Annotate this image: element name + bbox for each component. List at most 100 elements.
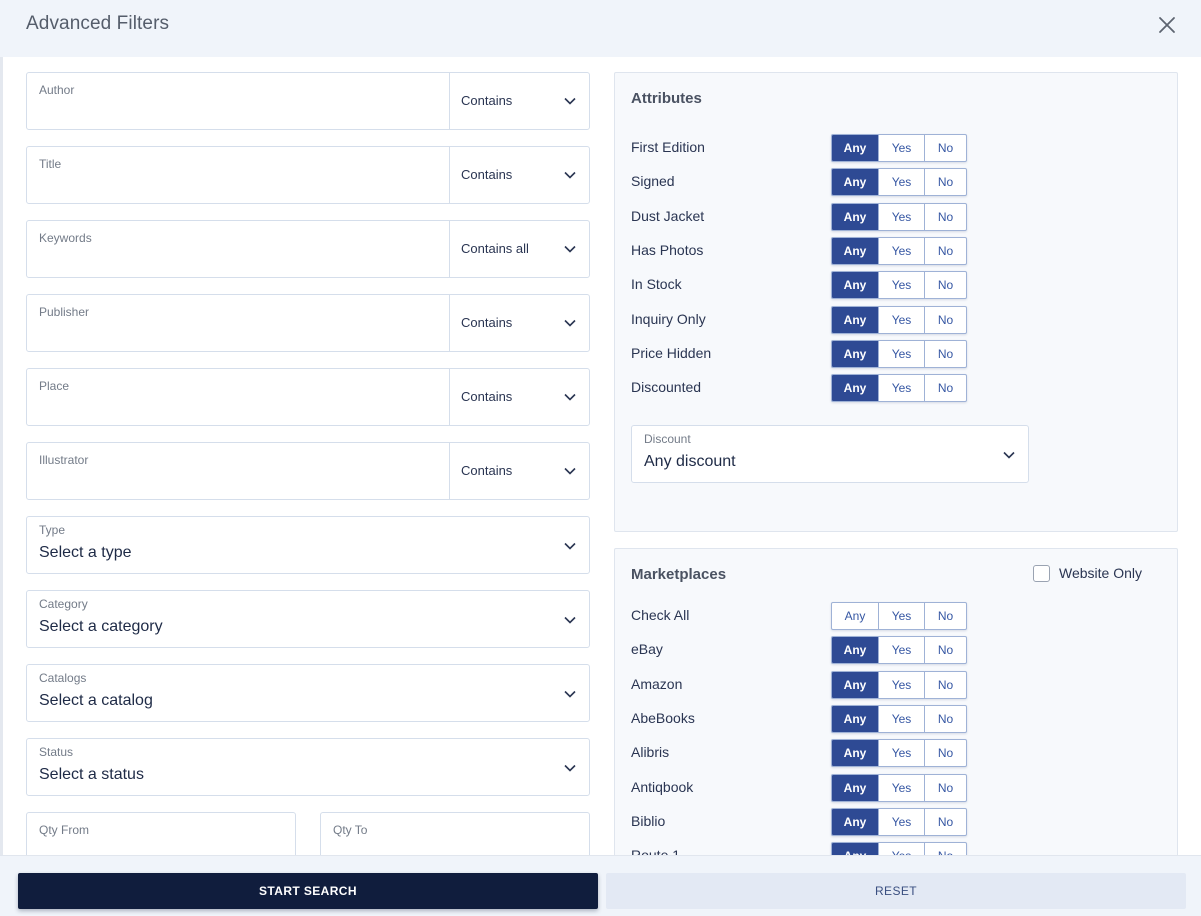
- option-label: First Edition: [631, 139, 705, 155]
- discount-select[interactable]: Discount Any discount: [631, 425, 1029, 483]
- chevron-down-icon: [564, 245, 576, 253]
- discount-value: Any discount: [644, 453, 736, 470]
- option-row-has-photos: Has Photos Any Yes No: [631, 236, 1151, 265]
- any-option-button[interactable]: Any: [832, 705, 879, 732]
- chevron-down-icon: [564, 764, 576, 772]
- no-option-button[interactable]: No: [925, 672, 966, 698]
- type-select[interactable]: Type Select a type: [26, 516, 590, 574]
- option-row-first-edition: First Edition Any Yes No: [631, 134, 1151, 162]
- yes-option-button[interactable]: Yes: [879, 637, 925, 664]
- option-row-abebooks: AbeBooks Any Yes No: [631, 704, 1151, 733]
- title-match-value: Contains: [461, 167, 513, 182]
- any-option-button[interactable]: Any: [832, 637, 879, 664]
- any-yes-no-toggle: AnyYesNo: [831, 339, 967, 368]
- any-option-button[interactable]: Any: [832, 808, 879, 835]
- website-only-checkbox[interactable]: [1033, 565, 1050, 582]
- any-option-button[interactable]: Any: [832, 375, 879, 402]
- place-input[interactable]: Place: [27, 369, 450, 425]
- any-option-button[interactable]: Any: [832, 203, 879, 230]
- keywords-match-value: Contains all: [461, 241, 529, 256]
- no-option-button[interactable]: No: [925, 809, 966, 835]
- yes-option-button[interactable]: Yes: [879, 375, 925, 402]
- place-match-select[interactable]: Contains: [450, 369, 589, 425]
- any-yes-no-toggle: AnyYesNo: [831, 374, 967, 403]
- yes-option-button[interactable]: Yes: [879, 135, 925, 161]
- yes-option-button[interactable]: Yes: [879, 340, 925, 367]
- option-label: AbeBooks: [631, 709, 695, 726]
- yes-option-button[interactable]: Yes: [879, 272, 925, 299]
- option-row-check-all: Check All Any Yes No: [631, 602, 1151, 630]
- place-match-value: Contains: [461, 389, 513, 404]
- yes-option-button[interactable]: Yes: [879, 203, 925, 230]
- yes-option-button[interactable]: Yes: [879, 306, 925, 333]
- publisher-match-select[interactable]: Contains: [450, 295, 589, 351]
- illustrator-match-select[interactable]: Contains: [450, 443, 589, 499]
- any-option-button[interactable]: Any: [832, 603, 879, 629]
- status-value: Select a status: [39, 766, 144, 783]
- any-option-button[interactable]: Any: [832, 671, 879, 698]
- no-option-button[interactable]: No: [925, 272, 966, 298]
- any-yes-no-toggle: AnyYesNo: [831, 134, 967, 162]
- yes-option-button[interactable]: Yes: [879, 237, 925, 264]
- option-label: Alibris: [631, 744, 670, 761]
- no-option-button[interactable]: No: [925, 238, 966, 264]
- publisher-label: Publisher: [39, 305, 90, 319]
- no-option-button[interactable]: No: [925, 307, 966, 333]
- category-select[interactable]: Category Select a category: [26, 590, 590, 648]
- yes-option-button[interactable]: Yes: [879, 169, 925, 196]
- any-yes-no-toggle: AnyYesNo: [831, 236, 967, 265]
- author-input[interactable]: Author: [27, 73, 450, 129]
- option-label: Price Hidden: [631, 344, 712, 361]
- no-option-button[interactable]: No: [925, 706, 966, 732]
- no-option-button[interactable]: No: [925, 135, 966, 161]
- no-option-button[interactable]: No: [925, 204, 966, 230]
- any-option-button[interactable]: Any: [832, 169, 879, 196]
- no-option-button[interactable]: No: [925, 341, 966, 367]
- any-option-button[interactable]: Any: [832, 340, 879, 367]
- close-icon[interactable]: [1156, 14, 1178, 36]
- no-option-button[interactable]: No: [925, 637, 966, 663]
- yes-option-button[interactable]: Yes: [879, 671, 925, 698]
- option-label: eBay: [631, 641, 663, 658]
- author-match-select[interactable]: Contains: [450, 73, 589, 129]
- yes-option-button[interactable]: Yes: [879, 740, 925, 767]
- type-label: Type: [39, 523, 66, 537]
- catalogs-select[interactable]: Catalogs Select a catalog: [26, 664, 590, 722]
- no-option-button[interactable]: No: [925, 603, 966, 629]
- keywords-input[interactable]: Keywords: [27, 221, 450, 277]
- no-option-button[interactable]: No: [925, 169, 966, 195]
- any-option-button[interactable]: Any: [832, 237, 879, 264]
- option-row-inquiry-only: Inquiry Only Any Yes No: [631, 305, 1151, 334]
- keywords-match-select[interactable]: Contains all: [450, 221, 589, 277]
- option-label: Has Photos: [631, 241, 704, 258]
- dialog-title: Advanced Filters: [26, 13, 170, 34]
- option-row-ebay: eBay Any Yes No: [631, 636, 1151, 665]
- discount-label: Discount: [644, 432, 691, 446]
- any-option-button[interactable]: Any: [832, 135, 879, 161]
- yes-option-button[interactable]: Yes: [879, 808, 925, 835]
- title-match-select[interactable]: Contains: [450, 147, 589, 203]
- any-option-button[interactable]: Any: [832, 306, 879, 333]
- title-input[interactable]: Title: [27, 147, 450, 203]
- any-option-button[interactable]: Any: [832, 272, 879, 299]
- catalogs-value: Select a catalog: [39, 692, 153, 709]
- no-option-button[interactable]: No: [925, 740, 966, 766]
- option-row-alibris: Alibris Any Yes No: [631, 739, 1151, 768]
- publisher-input[interactable]: Publisher: [27, 295, 450, 351]
- yes-option-button[interactable]: Yes: [879, 705, 925, 732]
- any-option-button[interactable]: Any: [832, 774, 879, 801]
- dialog-footer: START SEARCH RESET: [0, 855, 1201, 916]
- option-row-in-stock: In Stock Any Yes No: [631, 271, 1151, 300]
- option-label: Signed: [631, 173, 675, 190]
- place-filter: Place Contains: [26, 368, 590, 426]
- start-search-button[interactable]: START SEARCH: [18, 873, 598, 909]
- yes-option-button[interactable]: Yes: [879, 603, 925, 629]
- no-option-button[interactable]: No: [925, 775, 966, 801]
- status-select[interactable]: Status Select a status: [26, 738, 590, 796]
- yes-option-button[interactable]: Yes: [879, 774, 925, 801]
- reset-button[interactable]: RESET: [606, 873, 1186, 909]
- any-yes-no-toggle: AnyYesNo: [831, 168, 967, 197]
- any-option-button[interactable]: Any: [832, 740, 879, 767]
- illustrator-input[interactable]: Illustrator: [27, 443, 450, 499]
- no-option-button[interactable]: No: [925, 375, 966, 401]
